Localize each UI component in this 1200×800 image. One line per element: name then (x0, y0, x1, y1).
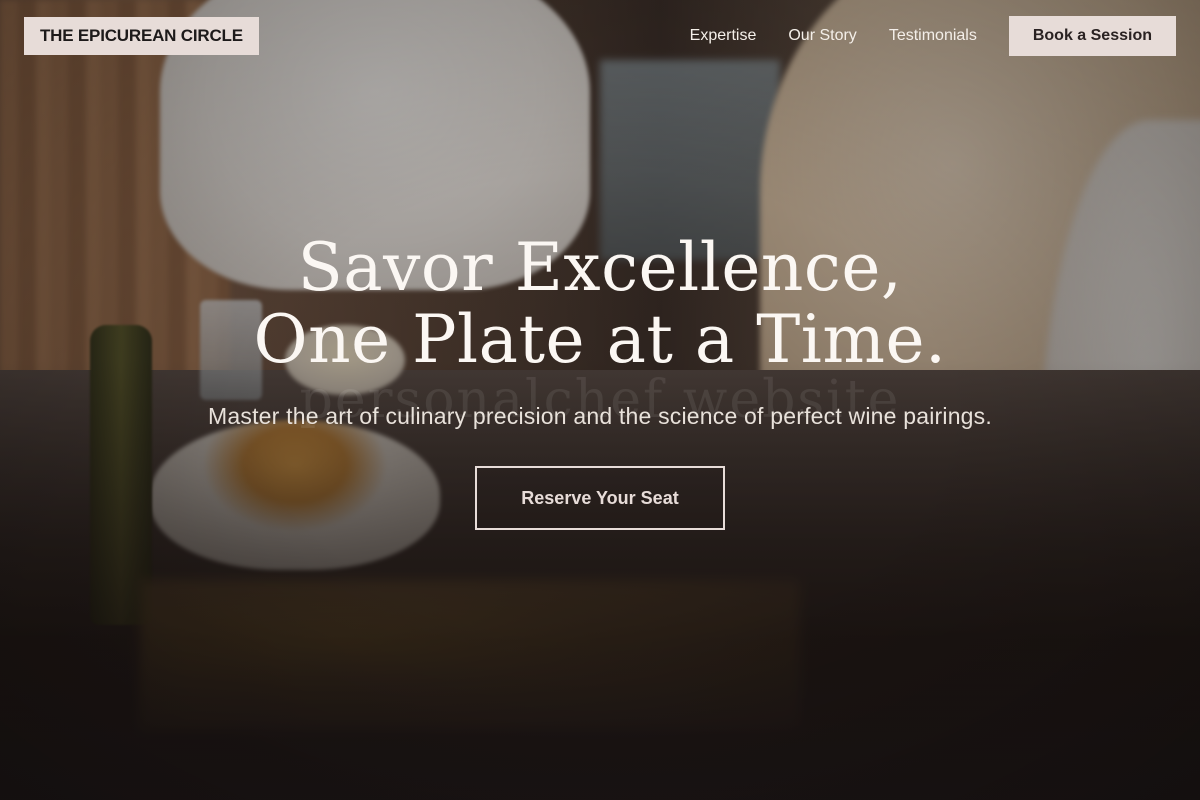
site-header: THE EPICUREAN CIRCLE Expertise Our Story… (0, 0, 1200, 72)
hero-subtitle: Master the art of culinary precision and… (208, 403, 992, 429)
nav-link-our-story[interactable]: Our Story (788, 27, 856, 45)
book-session-button[interactable]: Book a Session (1008, 16, 1176, 56)
nav-link-testimonials[interactable]: Testimonials (889, 27, 977, 45)
hero-section: personalchef website Savor Excellence, O… (0, 232, 1200, 530)
hero-title: Savor Excellence, One Plate at a Time. (253, 229, 947, 378)
brand-logo[interactable]: THE EPICUREAN CIRCLE (24, 17, 259, 55)
main-nav: Expertise Our Story Testimonials Book a … (690, 16, 1176, 56)
nav-link-expertise[interactable]: Expertise (690, 27, 757, 45)
reserve-seat-button[interactable]: Reserve Your Seat (475, 466, 725, 530)
